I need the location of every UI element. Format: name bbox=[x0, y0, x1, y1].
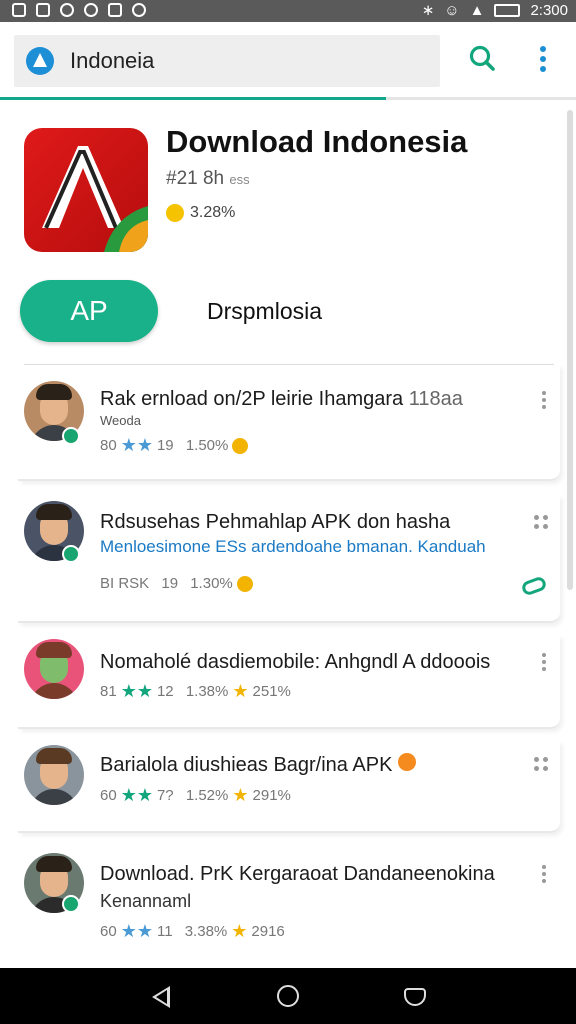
sync-icon bbox=[84, 3, 98, 17]
status-bar: ∗ ☺ ▲ 2:300 bbox=[0, 0, 576, 22]
list-item-meta: 80 ★★ 19 1.50% bbox=[100, 435, 249, 456]
list-item[interactable]: Rak ernload on/2P leirie Ihamgara 118aa … bbox=[18, 365, 560, 481]
load-progress-bar bbox=[0, 97, 576, 100]
bluetooth-icon: ∗ bbox=[421, 2, 435, 19]
home-icon[interactable] bbox=[277, 985, 299, 1007]
star-icon: ★ bbox=[232, 681, 249, 701]
item-menu-icon[interactable] bbox=[542, 653, 548, 675]
list-item-title: Rak ernload on/2P leirie Ihamgara 118aa bbox=[100, 388, 463, 410]
list-item-meta: BI RSK 19 1.30% bbox=[100, 575, 253, 592]
record-icon bbox=[60, 3, 74, 17]
list-item-meta: 60 ★★ 7? 1.52% ★ 291% bbox=[100, 785, 291, 805]
rating-coin-icon bbox=[166, 204, 184, 222]
rating-stars-icon: ★★ bbox=[120, 921, 153, 941]
overflow-menu-icon[interactable] bbox=[540, 46, 548, 74]
star-icon: ★ bbox=[232, 785, 249, 805]
verified-icon bbox=[62, 895, 80, 913]
thumb-icon bbox=[236, 575, 253, 592]
developer-name[interactable]: Drspmlosia bbox=[207, 298, 322, 325]
install-button[interactable]: AP bbox=[20, 280, 158, 342]
list-item-title: Rdsusehas Pehmahlap APK don hasha bbox=[100, 511, 451, 533]
search-input[interactable]: Indoneia bbox=[70, 48, 154, 74]
list-item-meta: 81 ★★ 12 1.38% ★ 251% bbox=[100, 681, 291, 701]
list-item-title: Download. PrK Kergaraoat Dandaneenokina bbox=[100, 863, 495, 885]
navigation-bar bbox=[0, 968, 576, 1024]
star-icon: ★ bbox=[231, 921, 248, 941]
list-item-title: Barialola diushieas Bagr/ina APK bbox=[100, 753, 416, 777]
app-icon bbox=[24, 128, 148, 252]
app-store-logo-icon bbox=[26, 47, 54, 75]
app-rank: #21 8h ess bbox=[166, 168, 250, 190]
thumb-icon bbox=[232, 437, 249, 454]
rank-suffix: ess bbox=[229, 172, 250, 187]
load-progress-fill bbox=[0, 97, 386, 100]
back-icon[interactable] bbox=[152, 986, 170, 1008]
item-menu-icon[interactable] bbox=[534, 515, 548, 529]
list-item[interactable]: Nomaholé dasdiemobile: Anhgndl A ddooois… bbox=[18, 635, 560, 729]
list-item[interactable]: Barialola diushieas Bagr/ina APK 60 ★★ 7?… bbox=[18, 741, 560, 833]
clock: 2:300 bbox=[530, 1, 568, 19]
avatar bbox=[24, 639, 84, 699]
rating-stars-icon: ★★ bbox=[120, 681, 153, 701]
recents-icon[interactable] bbox=[404, 988, 426, 1006]
list-item-meta: 60 ★★ 11 3.38% ★ 2916 bbox=[100, 921, 285, 941]
item-menu-icon[interactable] bbox=[542, 865, 548, 887]
refresh-icon bbox=[132, 3, 146, 17]
bag-icon bbox=[108, 3, 122, 17]
list-item-subtitle: Kenannaml bbox=[100, 891, 192, 911]
battery-icon bbox=[494, 3, 521, 17]
verified-icon bbox=[62, 427, 80, 445]
list-item-subtitle: Weoda bbox=[100, 413, 141, 428]
app-rating: 3.28% bbox=[166, 204, 235, 222]
verified-icon bbox=[62, 545, 80, 563]
rating-stars-icon: ★★ bbox=[120, 785, 153, 805]
search-bar[interactable]: Indoneia bbox=[14, 35, 440, 87]
share-link-icon[interactable] bbox=[520, 575, 548, 597]
rank-value: #21 8h bbox=[166, 168, 225, 189]
item-menu-icon[interactable] bbox=[534, 757, 548, 771]
avatar bbox=[24, 745, 84, 805]
rating-value: 3.28% bbox=[190, 204, 236, 221]
notification-icon bbox=[12, 3, 26, 17]
list-item-title: Nomaholé dasdiemobile: Anhgndl A ddooois bbox=[100, 651, 491, 673]
signal-icon: ▲ bbox=[469, 1, 485, 19]
search-icon[interactable] bbox=[468, 44, 496, 72]
badge-icon bbox=[397, 753, 416, 771]
list-item[interactable]: Download. PrK Kergaraoat Dandaneenokina … bbox=[18, 845, 560, 955]
app-title: Download Indonesia bbox=[166, 124, 468, 159]
scrollbar[interactable] bbox=[567, 110, 573, 590]
list-item[interactable]: Rdsusehas Pehmahlap APK don hasha Menloe… bbox=[18, 495, 560, 623]
wifi-icon: ☺ bbox=[444, 1, 460, 19]
gallery-icon bbox=[36, 3, 50, 17]
rating-stars-icon: ★★ bbox=[120, 435, 153, 455]
notification-icons bbox=[12, 3, 146, 17]
list-item-subtitle: Menloesimone ESs ardendoahe bmanan. Kand… bbox=[100, 537, 486, 556]
system-icons: ∗ ☺ ▲ 2:300 bbox=[421, 1, 568, 20]
item-menu-icon[interactable] bbox=[542, 391, 548, 413]
